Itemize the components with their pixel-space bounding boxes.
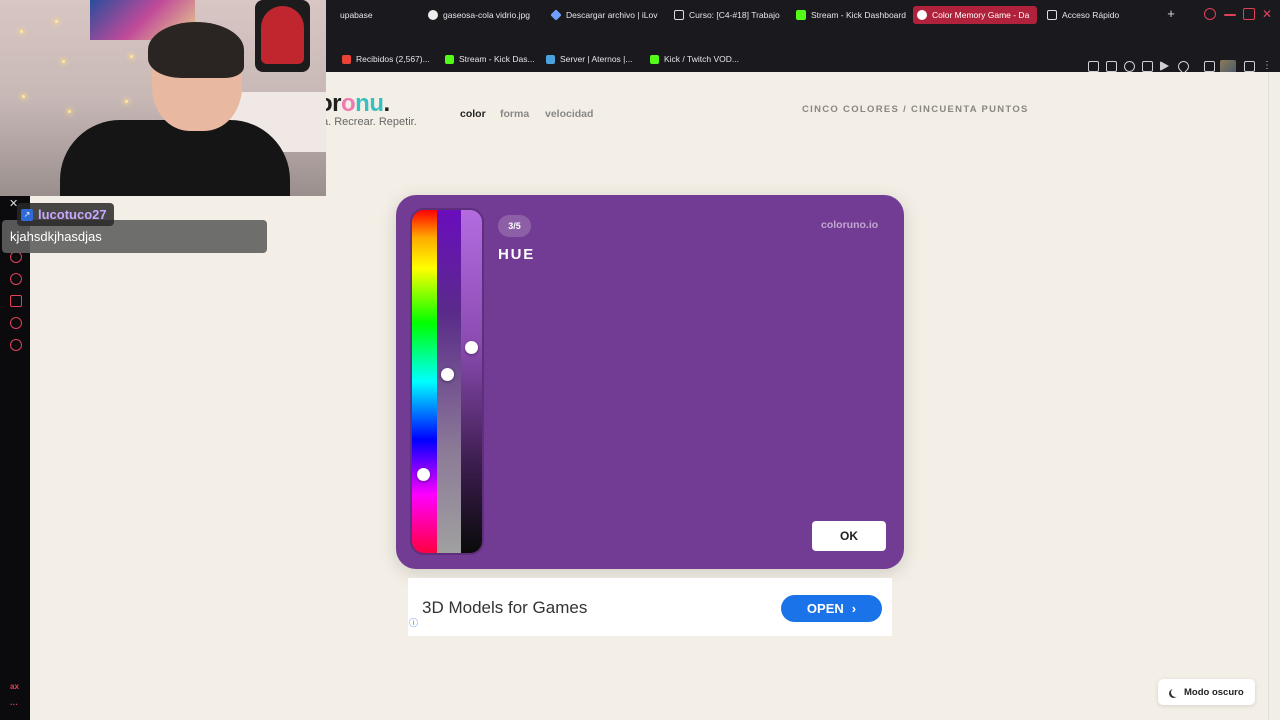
logo-part2: o: [341, 90, 356, 117]
new-tab-button[interactable]: +: [1163, 6, 1179, 22]
bookmark-label: Kick / Twitch VOD...: [664, 54, 739, 64]
bookmark-kick-twitch[interactable]: Kick / Twitch VOD...: [650, 53, 739, 65]
sidebar-label: ax: [10, 682, 19, 691]
ad-text: 3D Models for Games: [422, 598, 588, 617]
bookmark-label: Server | Aternos |...: [560, 54, 633, 64]
close-icon[interactable]: ✕: [1262, 8, 1274, 20]
dark-mode-button[interactable]: Modo oscuro: [1158, 679, 1255, 705]
search-icon[interactable]: [1204, 8, 1216, 20]
tab-label: Descargar archivo | iLov: [566, 10, 658, 20]
ok-button[interactable]: OK: [812, 521, 886, 551]
tab-supabase[interactable]: upabase: [336, 6, 406, 24]
color-picker: [410, 208, 484, 555]
header-subtitle: CINCO COLORES / CINCUENTA PUNTOS: [802, 104, 1029, 115]
chat-username: ↗ lucotuco27: [17, 203, 114, 226]
google-icon: [428, 10, 438, 20]
bookmark-aternos[interactable]: Server | Aternos |...: [546, 53, 632, 65]
screenshot-icon[interactable]: [1106, 61, 1117, 72]
heart-icon: [550, 9, 562, 21]
shield-icon[interactable]: [1124, 61, 1135, 72]
grid-icon: [1047, 10, 1057, 20]
ad-open-button[interactable]: OPEN ›: [781, 595, 882, 622]
tab-label: gaseosa-cola vidrio.jpg: [443, 10, 530, 20]
round-counter: 3/5: [498, 215, 531, 237]
gmail-icon: [342, 54, 351, 64]
ad-open-label: OPEN: [806, 601, 844, 616]
tab-label: Stream - Kick Dashboard: [811, 10, 906, 20]
bookmark-kick-dashboard[interactable]: Stream - Kick Das...: [445, 53, 535, 65]
tab-label: Color Memory Game - Da: [932, 10, 1030, 20]
kick-icon: [650, 54, 659, 64]
streamer-body: [60, 120, 290, 196]
lightness-handle[interactable]: [465, 340, 478, 354]
bookmark-label: Recibidos (2,567)...: [356, 54, 430, 64]
moon-icon: [1171, 688, 1180, 697]
bookmark-recibidos[interactable]: Recibidos (2,567)...: [342, 53, 430, 65]
download-icon[interactable]: [1244, 61, 1255, 72]
more-icon[interactable]: ···: [10, 700, 18, 709]
nav-velocidad[interactable]: velocidad: [545, 108, 593, 120]
document-icon: [674, 10, 684, 20]
menu-icon[interactable]: ⋮: [1262, 61, 1272, 72]
tab-label: upabase: [340, 10, 373, 20]
pin-icon[interactable]: [1088, 61, 1099, 72]
mode-label: HUE: [498, 246, 536, 263]
dark-mode-label: Modo oscuro: [1184, 686, 1244, 698]
left-sidebar: ax ···: [0, 195, 30, 720]
hue-slider[interactable]: [412, 210, 437, 553]
clock-icon[interactable]: [10, 273, 22, 285]
info-icon[interactable]: ⓘ: [409, 616, 418, 629]
arcade-poster: [255, 0, 310, 72]
lightness-slider[interactable]: [461, 210, 482, 553]
logo-part4: .: [383, 90, 391, 117]
minimize-icon[interactable]: [1224, 14, 1236, 16]
saturation-slider[interactable]: [437, 210, 461, 553]
tab-curso[interactable]: Curso: [C4-#18] Trabajo: [670, 6, 783, 24]
download-icon[interactable]: [10, 295, 22, 307]
tab-label: Acceso Rápido: [1062, 10, 1120, 20]
webcam-overlay: [0, 0, 326, 196]
nav-forma[interactable]: forma: [500, 108, 529, 120]
site-logo[interactable]: oronu.: [318, 90, 390, 118]
site-tagline: a. Recrear. Repetir.: [322, 116, 417, 128]
tab-gaseosa[interactable]: gaseosa-cola vidrio.jpg: [424, 6, 540, 24]
tab-descargar[interactable]: Descargar archivo | iLov: [547, 6, 659, 24]
site-icon: [917, 10, 927, 20]
logo-part3: nu: [355, 90, 384, 117]
server-icon: [546, 54, 555, 64]
kick-icon: [796, 10, 806, 20]
chat-icon[interactable]: [10, 317, 22, 329]
tab-acceso-rapido[interactable]: Acceso Rápido: [1043, 6, 1123, 24]
scrollbar[interactable]: [1268, 72, 1280, 720]
ad-banner[interactable]: 3D Models for Games OPEN › ⓘ: [408, 578, 892, 636]
badge-icon: ↗: [21, 208, 33, 221]
bookmark-label: Stream - Kick Das...: [459, 54, 535, 64]
gear-icon[interactable]: [10, 339, 22, 351]
play-icon[interactable]: [1160, 61, 1169, 71]
streamer-hair: [148, 22, 244, 78]
tab-kick-dashboard[interactable]: Stream - Kick Dashboard: [792, 6, 908, 24]
extensions-icon[interactable]: [1204, 61, 1215, 72]
kick-icon: [445, 54, 454, 64]
chevron-right-icon: ›: [851, 601, 857, 616]
nav-color[interactable]: color: [460, 108, 486, 120]
tab-label: Curso: [C4-#18] Trabajo: [689, 10, 780, 20]
tab-color-memory-game[interactable]: Color Memory Game - Da: [913, 6, 1037, 24]
maximize-icon[interactable]: [1243, 8, 1255, 20]
watermark: coloruno.io: [821, 219, 879, 231]
translate-icon[interactable]: [1142, 61, 1153, 72]
hue-handle[interactable]: [417, 467, 430, 481]
